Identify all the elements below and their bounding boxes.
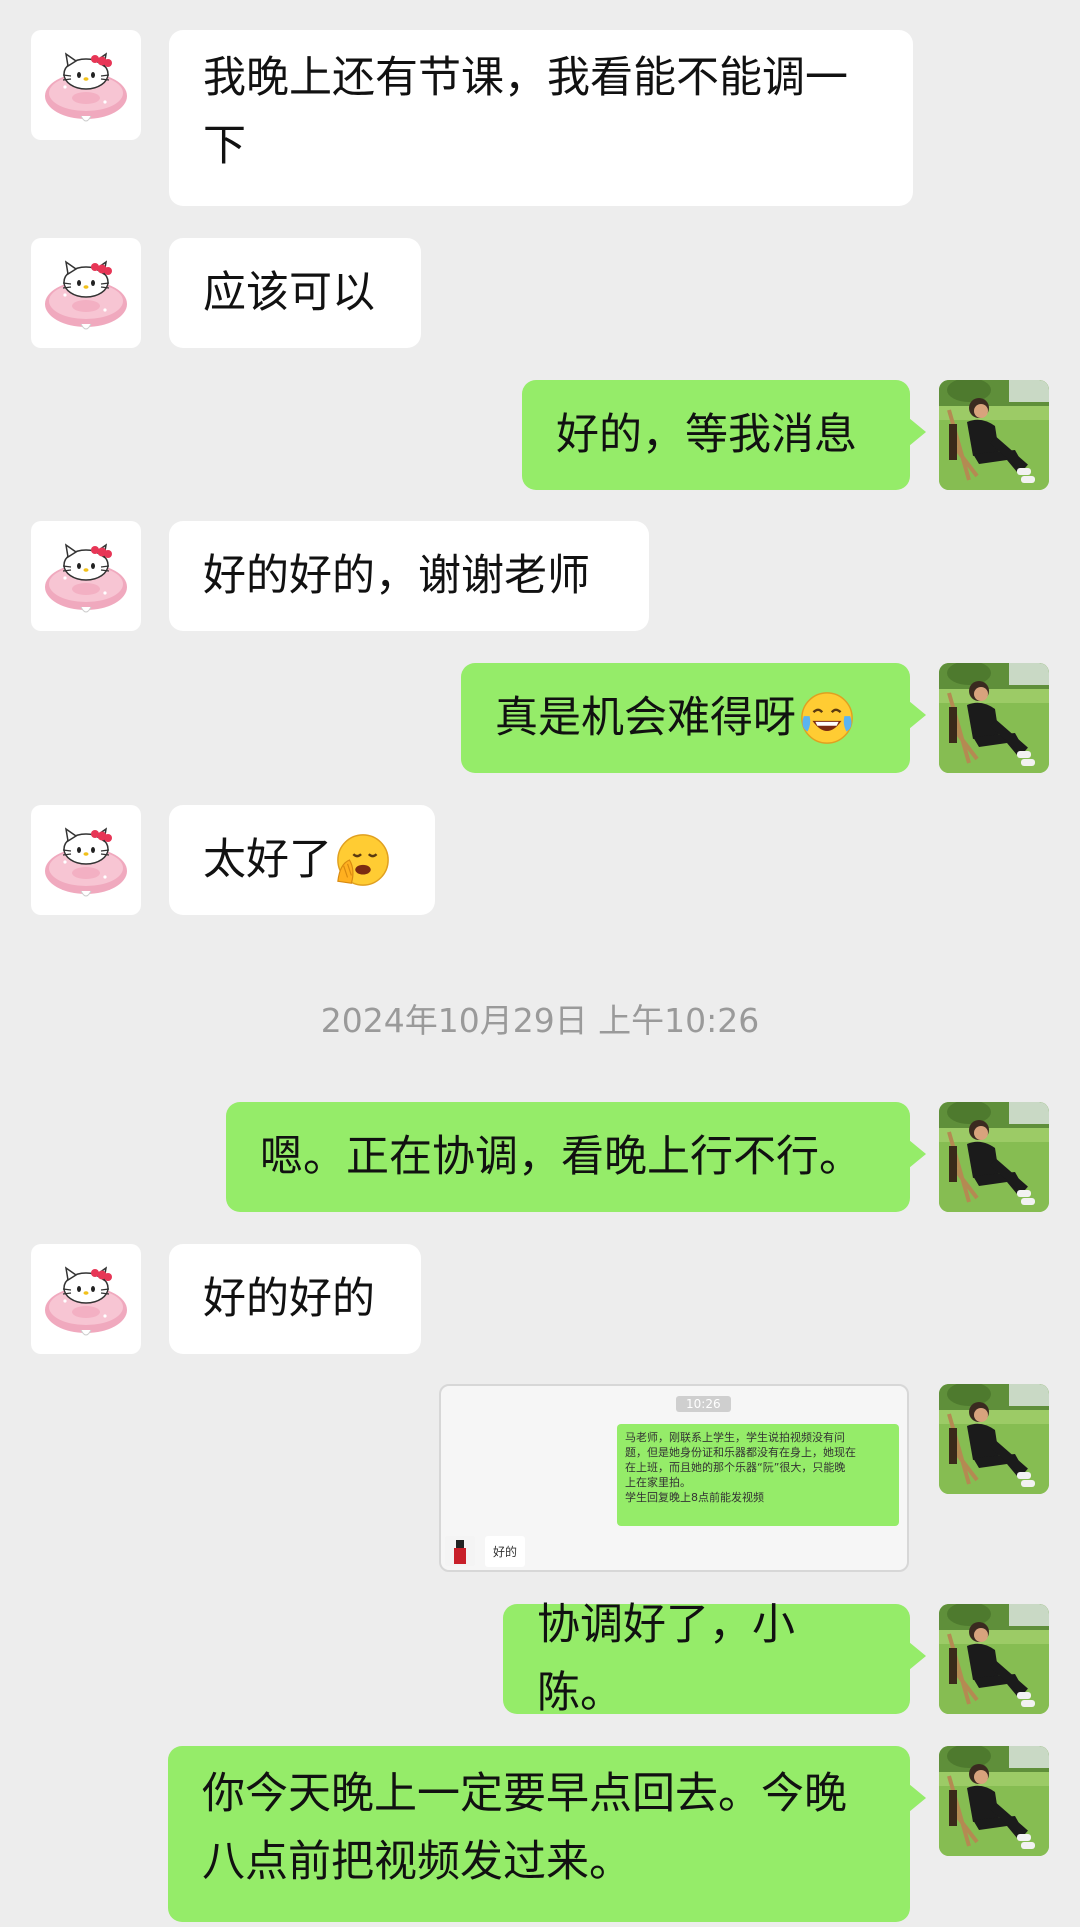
message-bubble-incoming[interactable]: 好的好的 xyxy=(169,1244,421,1354)
person-photo-icon xyxy=(939,663,1049,773)
user-photo-avatar[interactable] xyxy=(939,1746,1049,1856)
screenshot-text-line: 上在家里拍。 xyxy=(625,1476,691,1489)
message-text: 好的好的，谢谢老师 xyxy=(203,551,590,601)
message-bubble-outgoing[interactable]: 真是机会难得呀 xyxy=(461,663,926,773)
message-text: 真是机会难得呀 xyxy=(495,693,796,743)
message-bubble-outgoing[interactable]: 你今天晚上一定要早点回去。今晚 八点前把视频发过来。 xyxy=(168,1746,926,1922)
message-text: 好的好的 xyxy=(203,1274,375,1324)
hello-kitty-avatar[interactable] xyxy=(31,238,141,348)
screenshot-text-line: 题，但是她身份证和乐器都没有在身上，她现在 xyxy=(625,1446,856,1459)
person-photo-icon xyxy=(939,1384,1049,1494)
screenshot-text-line: 马老师，刚联系上学生，学生说拍视频没有问 xyxy=(625,1431,845,1444)
face-in-hand-emoji-icon xyxy=(334,831,392,889)
hello-kitty-avatar[interactable] xyxy=(31,805,141,915)
image-message-screenshot[interactable]: 10:26 马老师，刚联系上学生，学生说拍视频没有问 题，但是她身份证和乐器都没… xyxy=(439,1384,909,1572)
user-photo-avatar[interactable] xyxy=(939,1384,1049,1494)
message-text: 嗯。正在协调，看晚上行不行。 xyxy=(260,1132,862,1182)
chat-view[interactable]: 我晚上还有节课，我看能不能调一 下 应该可以 好的，等我消息 好的好的，谢谢老师… xyxy=(0,0,1080,1927)
screenshot-text-line: 在上班，而且她的那个乐器“阮”很大，只能晚 xyxy=(625,1461,846,1474)
hello-kitty-icon xyxy=(31,805,141,915)
message-bubble-incoming[interactable]: 好的好的，谢谢老师 xyxy=(169,521,649,631)
message-bubble-outgoing[interactable]: 好的，等我消息 xyxy=(522,380,926,490)
message-text: 应该可以 xyxy=(203,268,375,318)
user-photo-avatar[interactable] xyxy=(939,380,1049,490)
person-photo-icon xyxy=(939,1746,1049,1856)
message-text-line: 八点前把视频发过来。 xyxy=(202,1837,632,1887)
hello-kitty-avatar[interactable] xyxy=(31,521,141,631)
screenshot-text-line: 学生回复晚上8点前能发视频 xyxy=(625,1491,764,1504)
user-photo-avatar[interactable] xyxy=(939,663,1049,773)
hello-kitty-avatar[interactable] xyxy=(31,1244,141,1354)
screenshot-reply-bubble: 好的 xyxy=(485,1536,526,1567)
red-figure-icon xyxy=(445,1536,475,1566)
person-photo-icon xyxy=(939,1604,1049,1714)
message-text: 协调好了，小陈。 xyxy=(537,1600,795,1718)
hello-kitty-icon xyxy=(31,238,141,348)
message-text-line: 下 xyxy=(203,121,246,171)
screenshot-avatar xyxy=(445,1536,475,1566)
message-bubble-outgoing[interactable]: 嗯。正在协调，看晚上行不行。 xyxy=(226,1102,926,1212)
timestamp-divider: 2024年10月29日 上午10:26 xyxy=(320,1001,760,1040)
person-photo-icon xyxy=(939,1102,1049,1212)
message-text-line: 我晚上还有节课，我看能不能调一 xyxy=(203,53,848,103)
hello-kitty-icon xyxy=(31,1244,141,1354)
message-bubble-outgoing[interactable]: 协调好了，小陈。 xyxy=(503,1600,926,1718)
hello-kitty-icon xyxy=(31,521,141,631)
user-photo-avatar[interactable] xyxy=(939,1102,1049,1212)
message-text: 太好了 xyxy=(203,835,332,885)
user-photo-avatar[interactable] xyxy=(939,1604,1049,1714)
hello-kitty-avatar[interactable] xyxy=(31,30,141,140)
message-bubble-incoming[interactable]: 太好了 xyxy=(169,805,435,915)
hello-kitty-icon xyxy=(31,30,141,140)
message-bubble-incoming[interactable]: 应该可以 xyxy=(169,238,421,348)
screenshot-time: 10:26 xyxy=(676,1396,731,1412)
message-text: 好的，等我消息 xyxy=(556,410,857,460)
message-text-line: 你今天晚上一定要早点回去。今晚 xyxy=(202,1769,847,1819)
message-bubble-incoming[interactable]: 我晚上还有节课，我看能不能调一 下 xyxy=(169,30,913,206)
person-photo-icon xyxy=(939,380,1049,490)
tears-of-joy-emoji-icon xyxy=(798,689,856,747)
screenshot-message-bubble: 马老师，刚联系上学生，学生说拍视频没有问 题，但是她身份证和乐器都没有在身上，她… xyxy=(617,1424,899,1526)
